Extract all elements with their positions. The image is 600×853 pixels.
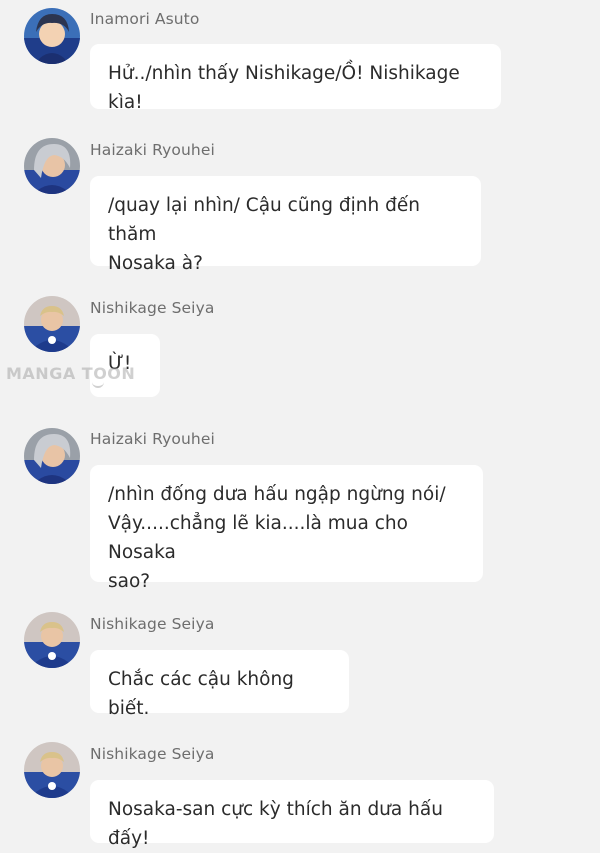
haizaki-avatar[interactable] xyxy=(24,428,80,484)
mangatoon-watermark: MANGA TOON xyxy=(6,364,136,383)
sender-name: Haizaki Ryouhei xyxy=(90,141,215,159)
message-bubble: /quay lại nhìn/ Cậu cũng định đến thăm N… xyxy=(90,176,481,274)
message-line: Nosaka-san cực kỳ thích ăn dưa hấu đấy! xyxy=(108,799,443,849)
sender-name: Nishikage Seiya xyxy=(90,299,215,317)
message-line: sao? xyxy=(108,571,151,592)
message-line: Chắc các cậu không biết. xyxy=(108,669,294,719)
nishikage-avatar[interactable] xyxy=(24,742,80,798)
message-bubble: Hử../nhìn thấy Nishikage/Ồ! Nishikage kì… xyxy=(90,44,501,113)
message-line: Nosaka à? xyxy=(108,253,203,274)
nishikage-avatar[interactable] xyxy=(24,612,80,668)
message-line: /quay lại nhìn/ Cậu cũng định đến thăm xyxy=(108,195,420,245)
inamori-avatar[interactable] xyxy=(24,8,80,64)
nishikage-avatar[interactable] xyxy=(24,296,80,352)
message-line: Vậy.....chẳng lẽ kia....là mua cho Nosak… xyxy=(108,513,408,563)
sender-name: Nishikage Seiya xyxy=(90,745,215,763)
sender-name: Nishikage Seiya xyxy=(90,615,215,633)
sender-name: Haizaki Ryouhei xyxy=(90,430,215,448)
message-line: Hử../nhìn thấy Nishikage/Ồ! Nishikage kì… xyxy=(108,63,460,113)
message-line: /nhìn đống dưa hấu ngập ngừng nói/ xyxy=(108,484,446,505)
message-bubble: Chắc các cậu không biết. xyxy=(90,650,349,719)
haizaki-avatar[interactable] xyxy=(24,138,80,194)
chat-thread: Inamori Asuto Hử../nhìn thấy Nishikage/Ồ… xyxy=(0,0,600,852)
sender-name: Inamori Asuto xyxy=(90,10,200,28)
message-bubble: Nosaka-san cực kỳ thích ăn dưa hấu đấy! xyxy=(90,780,494,849)
message-bubble: /nhìn đống dưa hấu ngập ngừng nói/ Vậy..… xyxy=(90,465,483,592)
